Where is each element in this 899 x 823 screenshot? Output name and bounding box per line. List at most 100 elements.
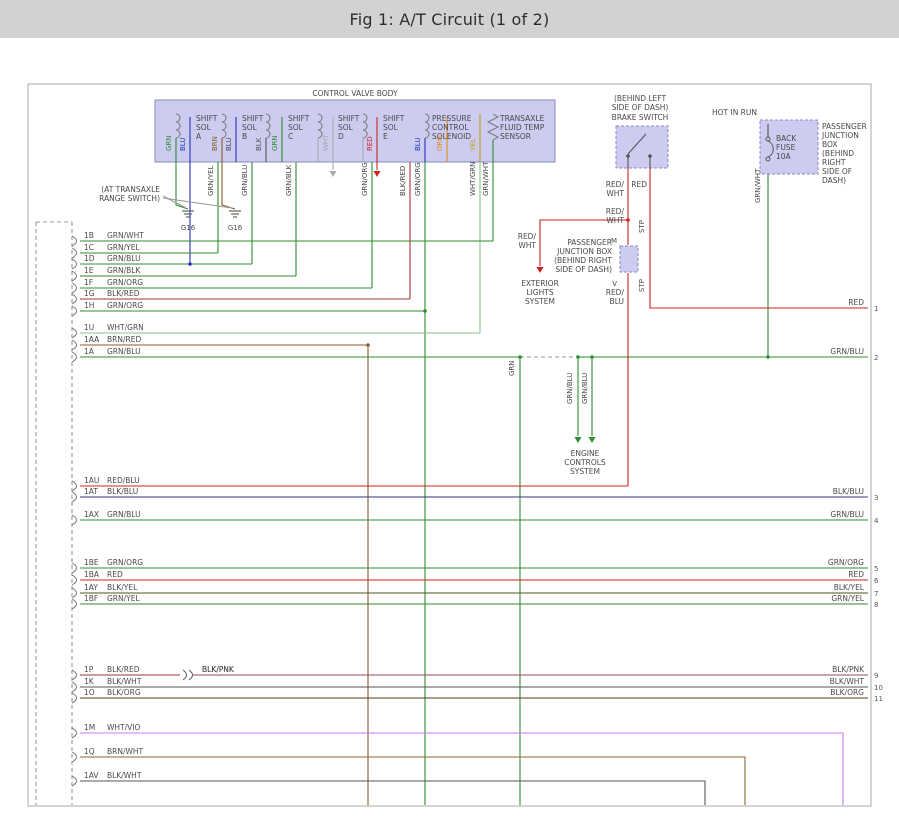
diagram-label: WHT/GRN bbox=[469, 162, 477, 196]
control-valve-body-title: CONTROL VALVE BODY bbox=[312, 89, 398, 98]
wire-color-label: WHT/VIO bbox=[107, 723, 141, 732]
passenger-junction-box-label: SIDE OF bbox=[822, 167, 852, 176]
brake-switch-location-note: (BEHIND LEFT bbox=[614, 94, 667, 103]
pin-number: 4 bbox=[874, 517, 879, 525]
wire-color-label: BLK/RED bbox=[107, 665, 140, 674]
wire-1AV bbox=[80, 781, 705, 805]
junction-dot bbox=[423, 309, 427, 313]
pin-number: 7 bbox=[874, 590, 878, 598]
wire-color-label: GRN/BLK bbox=[107, 266, 141, 275]
wire-color-label: BLK/YEL bbox=[107, 583, 138, 592]
junction-dot bbox=[626, 218, 630, 222]
connector-arc bbox=[72, 328, 77, 338]
connector-arc bbox=[72, 481, 77, 491]
pin-label: 1BA bbox=[84, 570, 100, 579]
wire-color-label: RED bbox=[848, 570, 864, 579]
diagram-label: BLU bbox=[225, 138, 233, 151]
engine-controls-system-label: ENGINE bbox=[571, 449, 600, 458]
pin-number: 5 bbox=[874, 565, 878, 573]
diagram-label: WHT bbox=[518, 241, 536, 250]
arrow-down-icon bbox=[374, 171, 381, 177]
transaxle-range-switch-note: RANGE SWITCH) bbox=[99, 194, 160, 203]
exterior-lights-system-label: EXTERIOR bbox=[521, 279, 559, 288]
wire-color-label: BRN/RED bbox=[107, 335, 141, 344]
pin-label: 1K bbox=[84, 677, 95, 686]
passenger-junction-box-2-label: JUNCTION BOX bbox=[556, 247, 612, 256]
diagram-label: TRANSAXLE bbox=[499, 114, 545, 123]
junction-dot bbox=[648, 154, 652, 158]
connector-arc bbox=[72, 283, 77, 293]
passenger-junction-box-label: JUNCTION bbox=[821, 131, 859, 140]
passenger-junction-box-label: DASH) bbox=[822, 176, 846, 185]
hot-in-run-label: HOT IN RUN bbox=[712, 108, 757, 117]
pin-number: 8 bbox=[874, 601, 878, 609]
connector-arc bbox=[72, 670, 77, 680]
wire-color-label: BLK/BLU bbox=[107, 487, 138, 496]
pin-label: 1AY bbox=[84, 583, 98, 592]
connector-arc bbox=[72, 352, 77, 362]
diagram-label: GRN/BLK bbox=[285, 164, 293, 196]
connector-arc bbox=[72, 752, 77, 762]
diagram-label: SOL bbox=[383, 123, 399, 132]
diagram-label: WHT bbox=[322, 134, 330, 151]
ground-g16-label: G16 bbox=[181, 224, 196, 232]
diagram-label: GRN/ORG bbox=[361, 162, 369, 196]
wiring-diagram: 1BGRN/WHT1CGRN/YEL1DGRN/BLU1EGRN/BLK1FGR… bbox=[0, 0, 899, 823]
wire-color-label: GRN/WHT bbox=[107, 231, 144, 240]
diagram-label: SOL bbox=[196, 123, 212, 132]
diagram-label: GRN bbox=[165, 135, 173, 151]
diagram-label: SENSOR bbox=[500, 132, 531, 141]
pin-label: 1G bbox=[84, 289, 95, 298]
diagram-label: FLUID TEMP bbox=[500, 123, 545, 132]
wire-color-label: BLK/ORG bbox=[107, 688, 141, 697]
engine-controls-system-label: CONTROLS bbox=[564, 458, 606, 467]
passenger-junction-box-label: RIGHT bbox=[822, 158, 846, 167]
connector-arc bbox=[72, 306, 77, 316]
passenger-junction-box-2-label: (BEHIND RIGHT bbox=[554, 256, 612, 265]
junction-dot bbox=[626, 154, 630, 158]
splice-symbol bbox=[189, 670, 193, 680]
wire-color-label: GRN/YEL bbox=[831, 594, 864, 603]
diagram-label: RED/ bbox=[518, 232, 537, 241]
diagram-label: GRN bbox=[508, 360, 516, 376]
wire-color-label: BLK/WHT bbox=[107, 677, 142, 686]
stp-junction-box bbox=[620, 246, 638, 272]
pin-label: 1AV bbox=[84, 771, 99, 780]
wire-color-label: GRN/BLU bbox=[107, 510, 141, 519]
back-fuse-label: FUSE bbox=[776, 143, 796, 152]
wire-color-label: GRN/BLU bbox=[107, 347, 141, 356]
diagram-label: PRESSURE bbox=[432, 114, 472, 123]
diagram-label: BLK/PNK bbox=[202, 665, 235, 674]
passenger-junction-box-2-label: PASSENGER bbox=[567, 238, 612, 247]
junction-dot bbox=[518, 355, 522, 359]
diagram-label: SOL bbox=[338, 123, 354, 132]
exterior-lights-system-label: SYSTEM bbox=[525, 297, 555, 306]
arrow-down-icon bbox=[330, 171, 337, 177]
wire-color-label: BLK/WHT bbox=[830, 677, 865, 686]
stp-label: STP bbox=[638, 220, 646, 233]
pin-number: 11 bbox=[874, 695, 883, 703]
diagram-label: SHIFT bbox=[338, 114, 360, 123]
control-valve-body-box bbox=[155, 100, 555, 162]
arrow-down-icon bbox=[589, 437, 596, 443]
splice-symbol bbox=[183, 670, 187, 680]
diagram-label: SHIFT bbox=[383, 114, 405, 123]
wire-1M bbox=[80, 733, 843, 805]
pin-label: 1M bbox=[84, 723, 95, 732]
connector-arc bbox=[72, 575, 77, 585]
junction-dot bbox=[576, 355, 580, 359]
diagram-label: GRN/WHT bbox=[482, 161, 490, 196]
connector-arc bbox=[72, 271, 77, 281]
wire bbox=[163, 196, 186, 208]
wire-color-label: GRN/BLU bbox=[107, 254, 141, 263]
stp-label: STP bbox=[638, 279, 646, 292]
diagram-label: BLU bbox=[179, 138, 187, 151]
brake-switch-location-note: SIDE OF DASH) bbox=[612, 103, 669, 112]
diagram-label: C bbox=[288, 132, 293, 141]
connector-arc bbox=[72, 693, 77, 703]
diagram-label: SHIFT bbox=[288, 114, 310, 123]
wire-color-label: GRN/ORG bbox=[107, 301, 143, 310]
pin-label: 1D bbox=[84, 254, 95, 263]
passenger-junction-box-2-label: SIDE OF DASH) bbox=[555, 265, 612, 274]
junction-dot bbox=[366, 343, 370, 347]
